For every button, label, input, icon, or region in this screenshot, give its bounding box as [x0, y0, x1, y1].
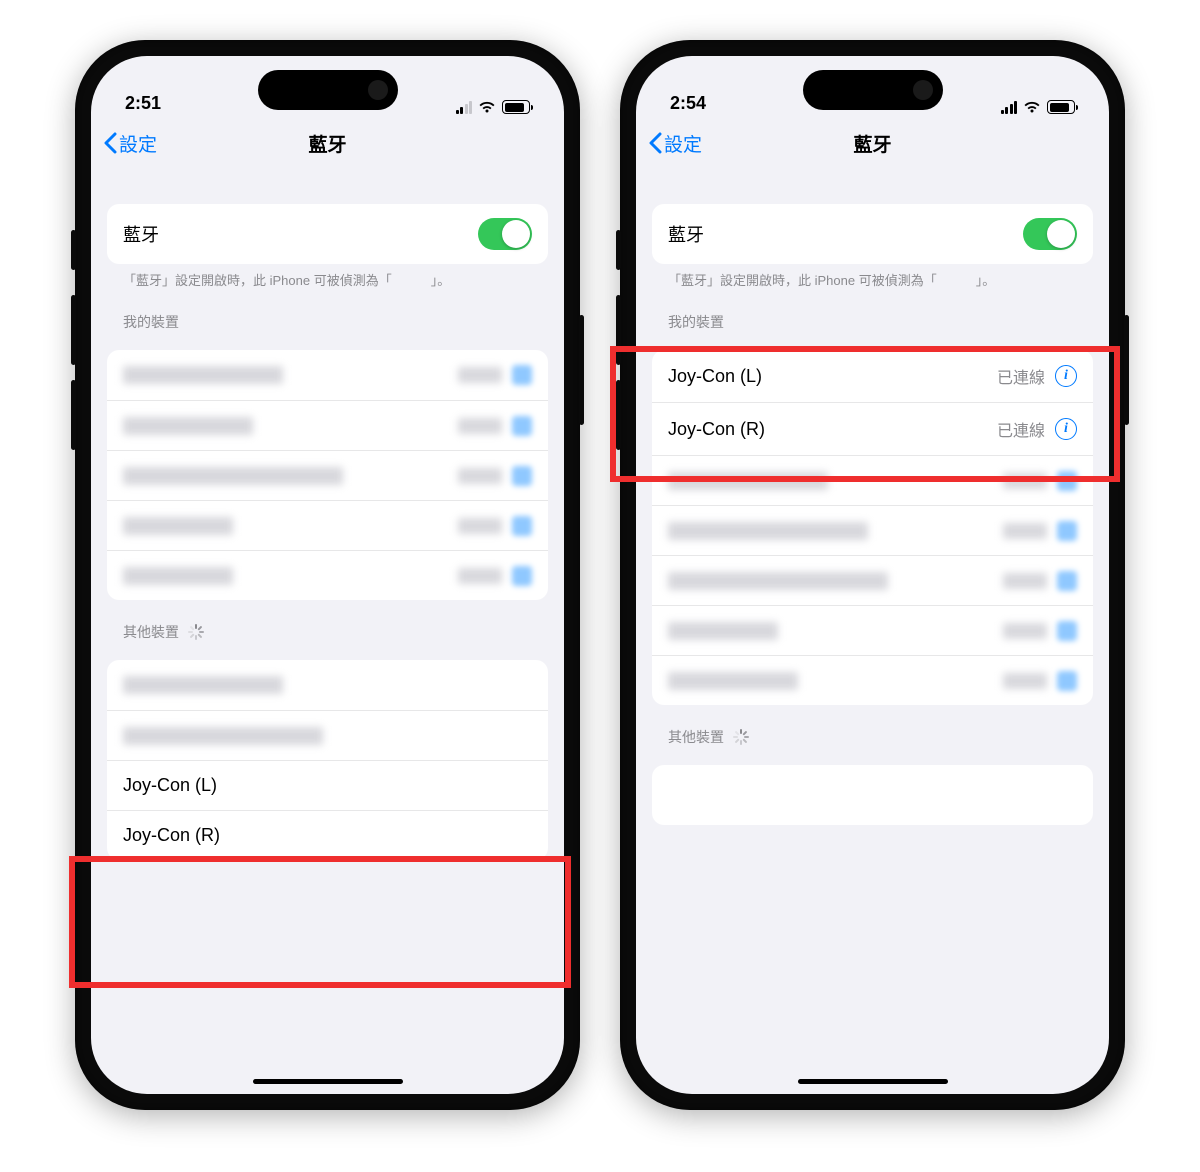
my-devices-list: Joy-Con (L) 已連線 i Joy-Con (R) 已連線 i [652, 350, 1093, 705]
info-icon[interactable]: i [1055, 418, 1077, 440]
wifi-icon [478, 100, 496, 114]
phone-right: 2:54 設定 藍牙 藍牙 「藍牙」設定開啟時 [620, 40, 1125, 1110]
other-devices-header: 其他裝置 [652, 705, 1093, 755]
device-name-blur [123, 366, 283, 384]
device-row[interactable] [652, 765, 1093, 825]
device-name-blur [668, 572, 888, 590]
device-name-blur [123, 517, 233, 535]
device-row[interactable] [107, 350, 548, 400]
device-row-joycon-r[interactable]: Joy-Con (R) [107, 810, 548, 860]
device-row[interactable] [107, 450, 548, 500]
nav-bar: 設定 藍牙 [91, 118, 564, 168]
dynamic-island [803, 70, 943, 110]
spinner-icon [732, 729, 748, 745]
home-indicator[interactable] [798, 1079, 948, 1084]
device-row[interactable] [652, 505, 1093, 555]
bluetooth-label: 藍牙 [668, 221, 704, 247]
phone-left: 2:51 設定 藍牙 藍牙 「藍牙」設定開啟時 [75, 40, 580, 1110]
device-row[interactable] [107, 500, 548, 550]
device-row[interactable] [652, 555, 1093, 605]
side-button [71, 295, 76, 365]
wifi-icon [1023, 100, 1041, 114]
device-name-blur [668, 522, 868, 540]
nav-bar: 設定 藍牙 [636, 118, 1109, 168]
status-time: 2:54 [670, 93, 706, 114]
device-row[interactable] [107, 400, 548, 450]
back-label: 設定 [119, 130, 157, 157]
cellular-icon [1001, 101, 1018, 114]
other-devices-list: Joy-Con (L) Joy-Con (R) [107, 660, 548, 860]
dynamic-island [258, 70, 398, 110]
battery-icon [502, 100, 530, 114]
spinner-icon [187, 624, 203, 640]
info-icon[interactable]: i [1055, 365, 1077, 387]
bluetooth-toggle-row[interactable]: 藍牙 [107, 204, 548, 264]
discoverable-note: 「藍牙」設定開啟時，此 iPhone 可被偵測為「 」。 [107, 264, 548, 290]
battery-icon [1047, 100, 1075, 114]
screen: 2:54 設定 藍牙 藍牙 「藍牙」設定開啟時 [636, 56, 1109, 1094]
device-row-joycon-l[interactable]: Joy-Con (L) 已連線 i [652, 350, 1093, 402]
device-row[interactable] [107, 660, 548, 710]
device-name: Joy-Con (L) [123, 775, 217, 796]
side-button [579, 315, 584, 425]
other-devices-header: 其他裝置 [107, 600, 548, 650]
my-devices-header: 我的裝置 [107, 290, 548, 340]
discoverable-note: 「藍牙」設定開啟時，此 iPhone 可被偵測為「 」。 [652, 264, 1093, 290]
chevron-left-icon [648, 132, 662, 154]
my-devices-header: 我的裝置 [652, 290, 1093, 340]
status-time: 2:51 [125, 93, 161, 114]
cellular-icon [456, 101, 473, 114]
device-name-blur [123, 676, 283, 694]
device-status: 已連線 [997, 364, 1045, 388]
bluetooth-toggle[interactable] [1023, 218, 1077, 250]
device-name-blur [123, 467, 343, 485]
device-name-blur [668, 672, 798, 690]
other-devices-list [652, 765, 1093, 825]
chevron-left-icon [103, 132, 117, 154]
device-name: Joy-Con (R) [668, 419, 765, 440]
home-indicator[interactable] [253, 1079, 403, 1084]
side-button [1124, 315, 1129, 425]
page-title: 藍牙 [853, 130, 891, 157]
bluetooth-toggle-row[interactable]: 藍牙 [652, 204, 1093, 264]
device-row-joycon-l[interactable]: Joy-Con (L) [107, 760, 548, 810]
side-button [616, 380, 621, 450]
side-button [616, 295, 621, 365]
side-button [71, 230, 76, 270]
device-row[interactable] [107, 550, 548, 600]
device-name-blur [668, 472, 828, 490]
device-row[interactable] [652, 605, 1093, 655]
screen: 2:51 設定 藍牙 藍牙 「藍牙」設定開啟時 [91, 56, 564, 1094]
device-name: Joy-Con (L) [668, 366, 762, 387]
device-status: 已連線 [997, 417, 1045, 441]
my-devices-list [107, 350, 548, 600]
device-row[interactable] [652, 455, 1093, 505]
other-devices-label: 其他裝置 [123, 622, 179, 642]
bluetooth-toggle[interactable] [478, 218, 532, 250]
back-button[interactable]: 設定 [103, 130, 157, 157]
side-button [616, 230, 621, 270]
device-name-blur [123, 417, 253, 435]
other-devices-label: 其他裝置 [668, 727, 724, 747]
device-name-blur [668, 622, 778, 640]
device-row[interactable] [107, 710, 548, 760]
device-name-blur [123, 727, 323, 745]
side-button [71, 380, 76, 450]
device-row[interactable] [652, 655, 1093, 705]
page-title: 藍牙 [308, 130, 346, 157]
back-button[interactable]: 設定 [648, 130, 702, 157]
device-name: Joy-Con (R) [123, 825, 220, 846]
device-name-blur [123, 567, 233, 585]
device-row-joycon-r[interactable]: Joy-Con (R) 已連線 i [652, 402, 1093, 455]
back-label: 設定 [664, 130, 702, 157]
bluetooth-label: 藍牙 [123, 221, 159, 247]
